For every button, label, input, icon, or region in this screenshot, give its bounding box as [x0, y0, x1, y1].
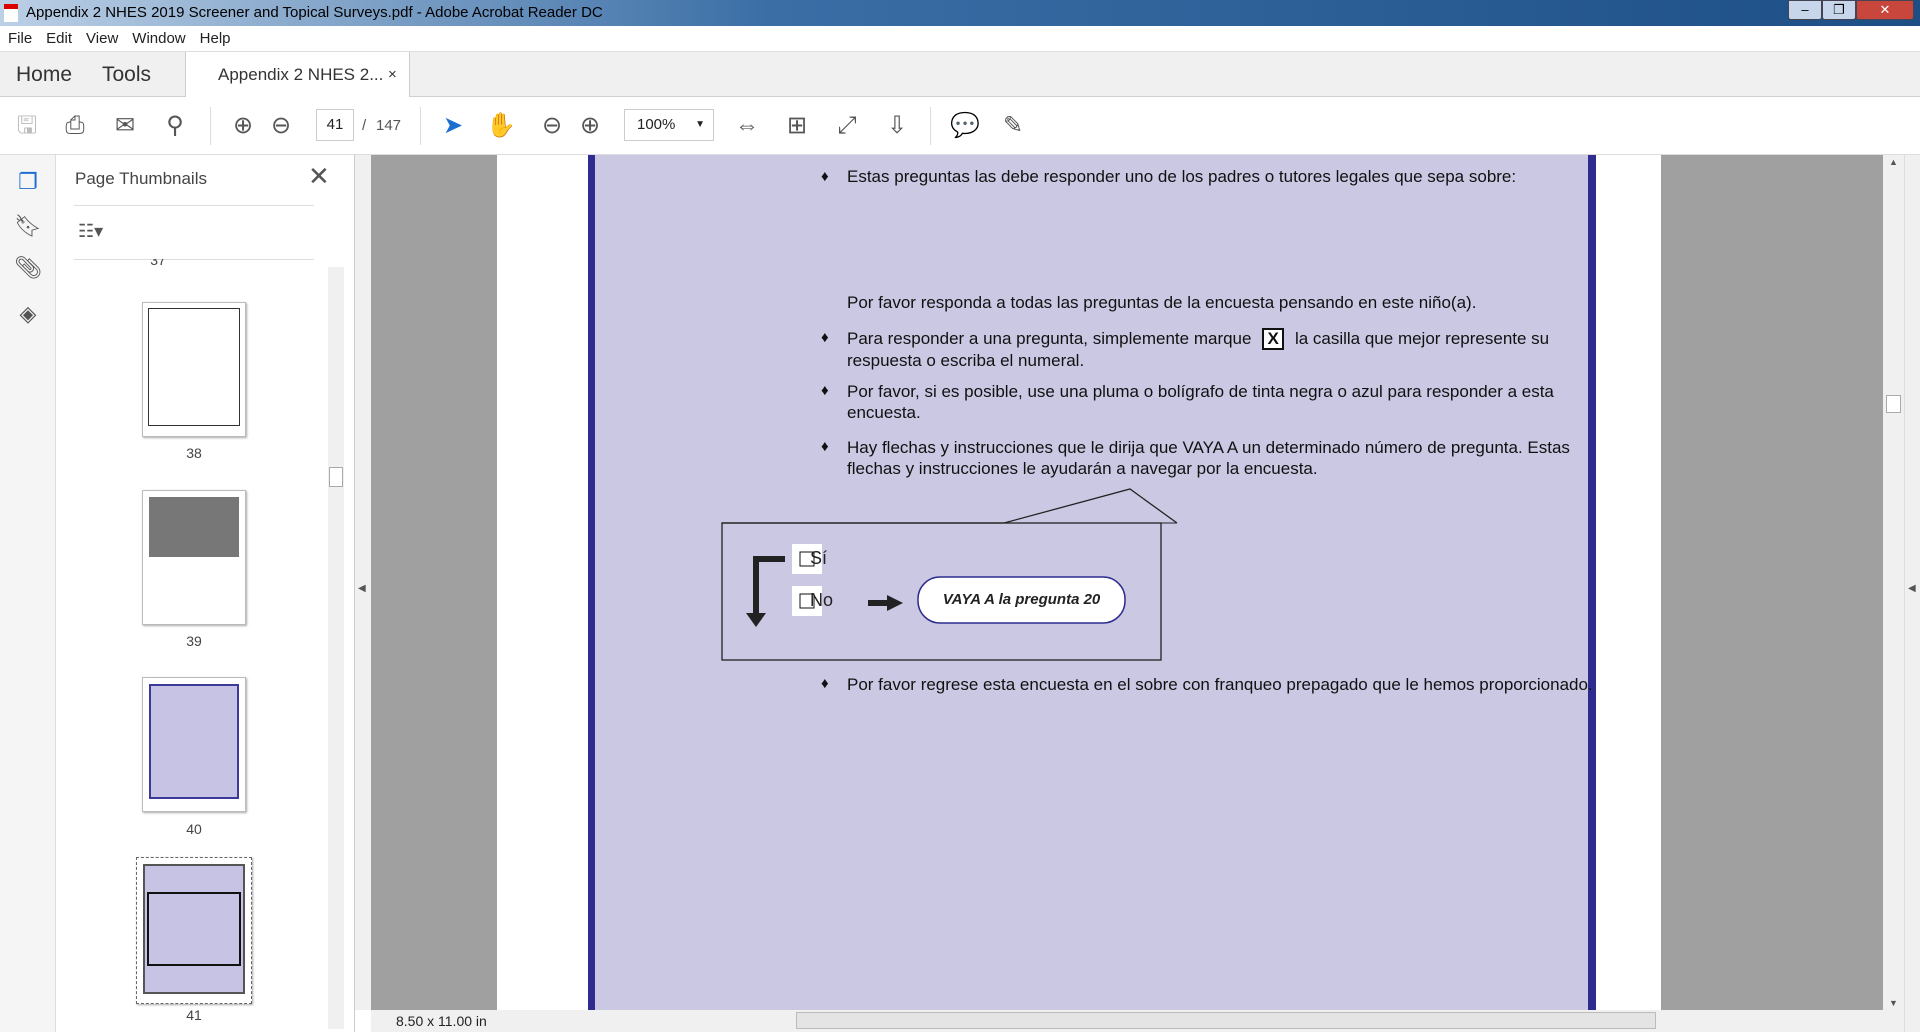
menu-view[interactable]: View: [86, 30, 118, 47]
instruction-text: Por favor regrese esta encuesta en el so…: [847, 675, 1593, 694]
save-icon[interactable]: 🖫: [10, 111, 44, 141]
thumbnail-page-41[interactable]: [136, 857, 252, 1004]
email-icon[interactable]: ✉: [108, 111, 142, 141]
menu-help[interactable]: Help: [200, 30, 231, 47]
fit-width-icon[interactable]: ⇔: [730, 111, 764, 141]
zoom-value: 100%: [637, 116, 676, 133]
bookmark-icon[interactable]: 🔖︎: [14, 213, 42, 239]
scroll-thumb[interactable]: [1886, 395, 1901, 413]
scrolling-mode-icon[interactable]: ⇩: [880, 111, 914, 141]
page-size-label: 8.50 x 11.00 in: [396, 1013, 487, 1029]
tab-close-button[interactable]: ×: [388, 52, 397, 97]
page-total: 147: [376, 117, 402, 134]
status-bar: 8.50 x 11.00 in: [371, 1010, 1904, 1032]
thumbnail-label: 39: [186, 633, 202, 649]
skip-instruction-text: VAYA A la pregunta 20: [942, 591, 1101, 608]
thumbnail-options-icon[interactable]: ☷▾: [78, 221, 103, 242]
thumbnails-panel: Page Thumbnails ✕ ☷▾ 37 38 39 40 41: [56, 155, 355, 1032]
menu-file[interactable]: File: [8, 30, 32, 47]
option-no-label: No: [810, 590, 834, 610]
page-separator: /: [362, 117, 367, 134]
zoom-select[interactable]: 100% ▼: [624, 109, 714, 141]
thumbnail-page-39[interactable]: [142, 490, 246, 625]
highlight-icon[interactable]: ✎: [996, 111, 1030, 141]
menu-bar: File Edit View Window Help: [0, 26, 1920, 52]
thumbnail-label: 41: [186, 1007, 202, 1023]
left-rail: ❐ 🔖︎ 📎︎ ◈: [0, 155, 56, 1032]
vertical-scrollbar[interactable]: ▲ ▼: [1883, 155, 1904, 1010]
search-icon[interactable]: ⚲: [158, 111, 192, 141]
comment-icon[interactable]: 💬: [948, 111, 982, 141]
collapse-left-panel[interactable]: ◀: [355, 155, 371, 1010]
layers-icon[interactable]: ◈: [14, 301, 42, 327]
hand-tool-icon[interactable]: ✋: [484, 111, 518, 141]
tab-document-label: Appendix 2 NHES 2...: [218, 65, 384, 84]
close-panel-icon[interactable]: ✕: [308, 161, 330, 192]
pdf-page: ♦ Estas preguntas las debe responder uno…: [497, 155, 1661, 1010]
thumbnail-page-40[interactable]: [142, 677, 246, 812]
menu-edit[interactable]: Edit: [46, 30, 72, 47]
thumbnail-label: 37: [150, 259, 166, 267]
pdf-app-icon: [4, 4, 18, 22]
zoom-in-icon[interactable]: ⊕: [573, 111, 607, 141]
skip-example-diagram: [721, 488, 1178, 661]
page-thumbnails-icon[interactable]: ❐: [14, 169, 42, 195]
tab-home[interactable]: Home: [16, 52, 72, 97]
title-bar: Appendix 2 NHES 2019 Screener and Topica…: [0, 0, 1920, 26]
thumbnail-label: 38: [186, 445, 202, 461]
close-window-button[interactable]: ✕: [1856, 0, 1914, 20]
fit-page-icon[interactable]: ⊞: [780, 111, 814, 141]
toolbar: 🖫 ⎙ ✉ ⚲ ⊕ ⊖ 41 / 147 ➤ ✋ ⊖ ⊕ 100% ▼ ⇔ ⊞ ⤢…: [0, 97, 1920, 155]
select-tool-icon[interactable]: ➤: [436, 111, 470, 141]
print-icon[interactable]: ⎙: [58, 111, 92, 141]
attachment-icon[interactable]: 📎︎: [14, 255, 42, 281]
page-number-input[interactable]: 41: [316, 109, 354, 141]
chevron-down-icon: ▼: [695, 119, 705, 130]
tab-tools[interactable]: Tools: [102, 52, 151, 97]
tab-document[interactable]: Appendix 2 NHES 2... ×: [185, 52, 410, 98]
document-view: ♦ Estas preguntas las debe responder uno…: [371, 155, 1883, 1010]
tab-bar: Home Tools Appendix 2 NHES 2... ×: [0, 52, 1920, 98]
bullet-icon: ♦: [821, 675, 829, 692]
menu-window[interactable]: Window: [132, 30, 185, 47]
panel-title: Page Thumbnails: [75, 169, 207, 188]
restore-button[interactable]: ❐: [1822, 0, 1856, 20]
horizontal-scrollbar[interactable]: [796, 1012, 1656, 1029]
zoom-out-icon[interactable]: ⊖: [535, 111, 569, 141]
expand-right-panel[interactable]: ◀: [1904, 155, 1920, 1032]
next-page-icon[interactable]: ⊖: [264, 111, 298, 141]
previous-page-icon[interactable]: ⊕: [226, 111, 260, 141]
full-screen-icon[interactable]: ⤢: [830, 111, 864, 141]
thumbnail-page-38[interactable]: [142, 302, 246, 437]
thumbnail-label: 40: [186, 821, 202, 837]
option-yes-label: Sí: [810, 548, 828, 568]
window-title: Appendix 2 NHES 2019 Screener and Topica…: [26, 4, 603, 21]
minimize-button[interactable]: –: [1788, 0, 1822, 20]
thumbnails-scrollbar[interactable]: [328, 267, 344, 1029]
